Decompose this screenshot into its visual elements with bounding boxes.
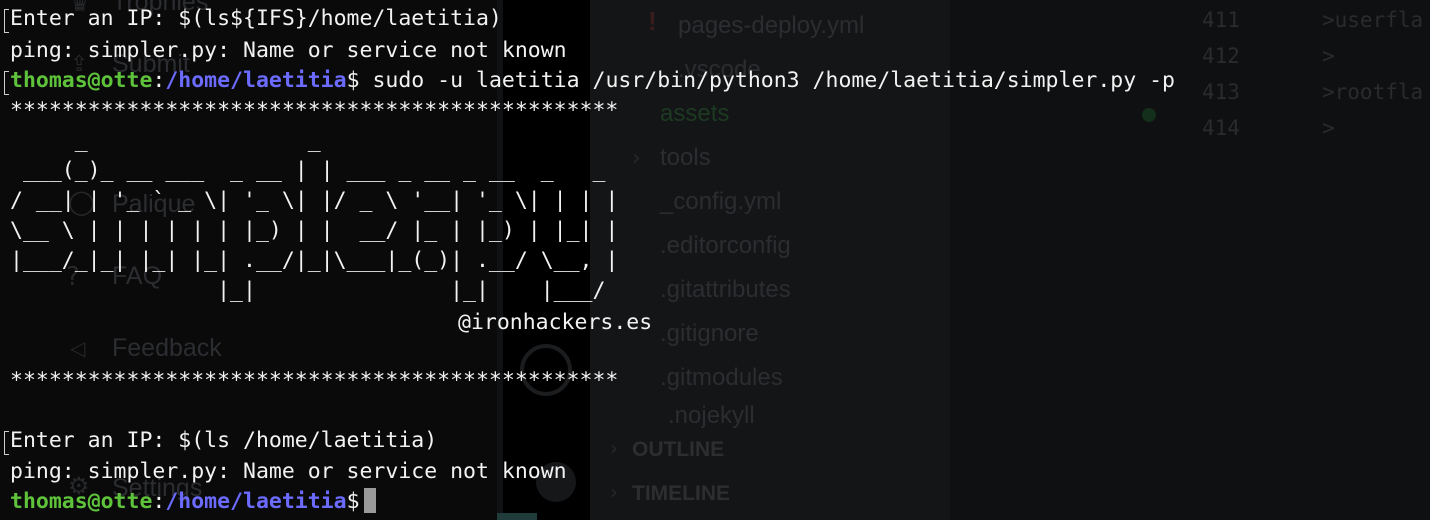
prompt-dollar: $ [346, 68, 360, 93]
terminal-output-line: ping: simpler.py: Name or service not kn… [10, 459, 567, 484]
terminal-window[interactable]: Enter an IP: $(ls${IFS}/home/laetitia) p… [0, 0, 1430, 520]
prompt-user-host: thomas@otte [10, 68, 153, 93]
prompt-user-host: thomas@otte [10, 489, 153, 514]
prompt-separator: : [152, 489, 166, 514]
ascii-banner-art: _ _ ___(_)_ __ ___ _ __ | | ___ _ __ _ _… [10, 128, 619, 303]
terminal-prompt-line: thomas@otte:/home/laetitia$ sudo -u laet… [10, 66, 1175, 96]
input-marker-icon [4, 9, 9, 33]
terminal-output-line: ping: simpler.py: Name or service not kn… [10, 38, 567, 63]
prompt-path: /home/laetitia [165, 489, 347, 514]
prompt-dollar: $ [346, 489, 360, 514]
prompt-separator: : [152, 68, 166, 93]
input-marker-icon [4, 71, 9, 95]
terminal-output-line: Enter an IP: $(ls /home/laetitia) [10, 428, 438, 453]
terminal-cursor[interactable] [363, 488, 376, 513]
prompt-path: /home/laetitia [165, 68, 347, 93]
terminal-command: sudo -u laetitia /usr/bin/python3 /home/… [359, 68, 1175, 93]
terminal-prompt-line: thomas@otte:/home/laetitia$ [10, 487, 376, 517]
banner-border-bottom: ****************************************… [10, 368, 619, 393]
banner-handle: @ironhackers.es [458, 310, 653, 335]
terminal-output-line: Enter an IP: $(ls${IFS}/home/laetitia) [10, 6, 502, 31]
banner-border-top: ****************************************… [10, 98, 619, 123]
input-marker-icon [4, 431, 9, 455]
